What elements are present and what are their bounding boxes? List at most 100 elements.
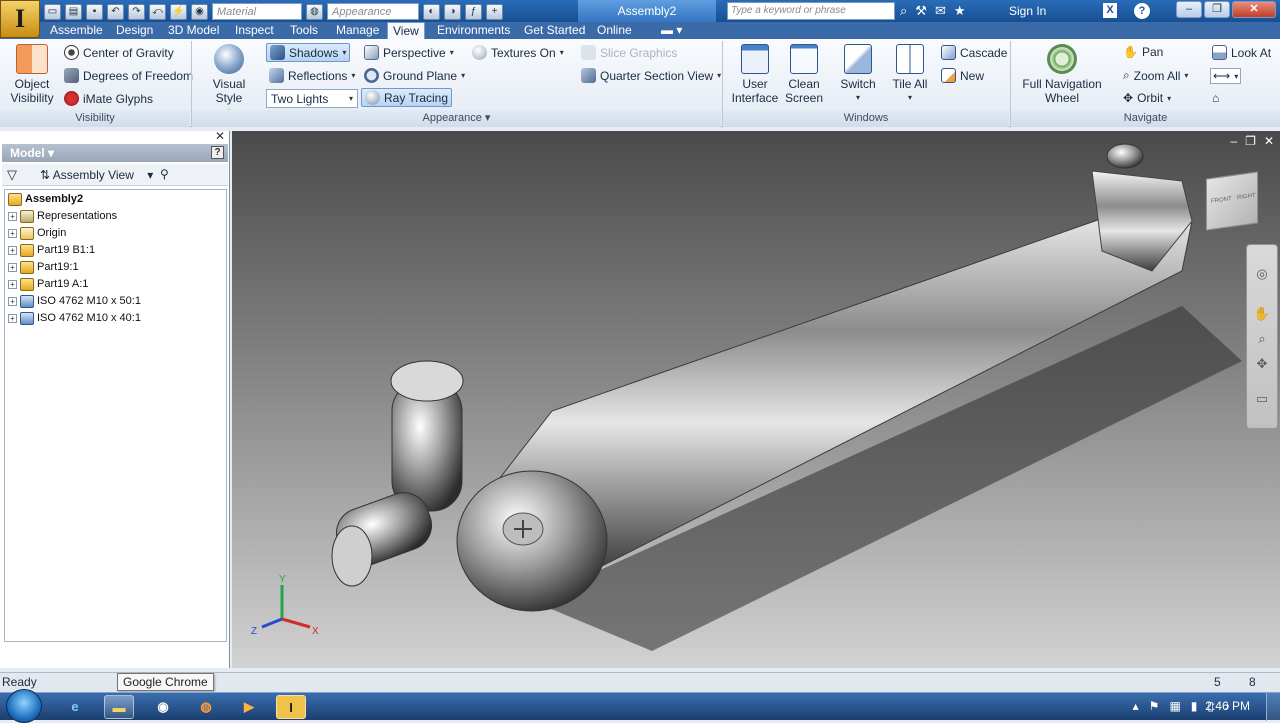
help-icon[interactable]: ? [1134, 3, 1150, 19]
tab-inspect[interactable]: Inspect [230, 22, 279, 39]
view-cube[interactable]: FRONT RIGHT [1206, 171, 1258, 231]
explorer-icon[interactable]: ▬ [104, 695, 134, 719]
appearance-panel-title[interactable]: Appearance ▾ [192, 110, 721, 127]
object-visibility-button[interactable]: Object Visibility [6, 44, 58, 105]
appearance-icon[interactable]: ◍ [306, 3, 323, 20]
chevron-down-icon[interactable]: ▾ [342, 48, 346, 57]
expand-icon[interactable]: + [8, 313, 17, 323]
tree-root[interactable]: Assembly2 [8, 191, 83, 207]
network-icon[interactable]: ▦ [1169, 699, 1180, 713]
expand-icon[interactable]: + [8, 228, 17, 238]
visibility-panel-title[interactable]: Visibility [0, 110, 190, 127]
tree-item-part19-b1[interactable]: + Part19 B1:1 [8, 242, 95, 258]
clean-screen-button[interactable]: Clean Screen [782, 44, 826, 105]
home-view-button[interactable]: ⌂ [1212, 91, 1219, 105]
flag-icon[interactable]: ⚑ [1149, 699, 1160, 713]
look-at-button[interactable]: Look At [1212, 45, 1271, 60]
restore-icon[interactable]: ❐ [1245, 134, 1256, 148]
slice-graphics-button[interactable]: Slice Graphics [581, 45, 677, 60]
center-of-gravity-button[interactable]: Center of Gravity [64, 45, 174, 60]
browser-header[interactable]: Model ▾ ? [2, 144, 228, 162]
redo-icon[interactable]: ↷ [128, 3, 145, 20]
tile-all-button[interactable]: Tile All ▾ [888, 44, 932, 105]
zoom-all-button[interactable]: ⌕ Zoom All ▾ [1123, 68, 1188, 83]
application-menu-button[interactable]: I [0, 0, 40, 38]
tree-item-bolt-50[interactable]: + ISO 4762 M10 x 50:1 [8, 293, 141, 309]
adjust-icon[interactable]: ◐ [423, 3, 440, 20]
tab-assemble[interactable]: Assemble [45, 22, 108, 39]
close-icon[interactable]: ✕ [215, 129, 225, 143]
tab-view[interactable]: View [387, 22, 425, 39]
assembly-view-select[interactable]: ⇅ Assembly View ▾ [40, 168, 153, 182]
select-icon[interactable]: ◉ [191, 3, 208, 20]
tray-arrow-icon[interactable]: ▴ [1133, 699, 1139, 713]
new-window-button[interactable]: New [941, 68, 984, 83]
star-icon[interactable]: ★ [954, 3, 966, 19]
tree-item-part19-a[interactable]: + Part19 A:1 [8, 276, 88, 292]
zoom-icon[interactable]: ⌕ [1253, 330, 1271, 348]
help-icon[interactable]: ? [211, 146, 224, 159]
tab-online[interactable]: Online [592, 22, 637, 39]
close-icon[interactable]: ✕ [1232, 1, 1276, 18]
open-file-icon[interactable]: ▤ [65, 3, 82, 20]
steering-wheel-icon[interactable]: ◎ [1253, 265, 1271, 283]
expand-icon[interactable]: + [8, 296, 17, 306]
communication-icon[interactable]: ✉ [935, 3, 946, 19]
firefox-icon[interactable]: ◍ [191, 695, 221, 719]
appearance-select[interactable]: Appearance [327, 3, 419, 20]
textures-on-button[interactable]: Textures On ▾ [472, 45, 564, 60]
shadows-button[interactable]: Shadows ▾ [266, 43, 351, 62]
exchange-icon[interactable]: X [1103, 3, 1117, 18]
clock[interactable]: 2:46 PM [1205, 699, 1250, 713]
wrench-icon[interactable]: ⚒ [915, 3, 927, 19]
new-file-icon[interactable]: ▭ [44, 3, 61, 20]
tab-3d-model[interactable]: 3D Model [163, 22, 224, 39]
previous-view-button[interactable]: ⟷ ▾ [1210, 68, 1242, 84]
degrees-of-freedom-button[interactable]: Degrees of Freedom [64, 68, 193, 83]
reflections-button[interactable]: Reflections ▾ [269, 68, 355, 83]
expand-icon[interactable]: + [8, 211, 17, 221]
restore-icon[interactable]: ❐ [1204, 1, 1230, 18]
filter-icon[interactable]: ▽ [7, 167, 17, 183]
sign-in-link[interactable]: Sign In [1009, 4, 1046, 18]
signal-icon[interactable]: ▮ [1191, 699, 1198, 713]
tab-get-started[interactable]: Get Started [519, 22, 590, 39]
switch-button[interactable]: Switch ▾ [836, 44, 880, 105]
lighting-style-select[interactable]: Two Lights ▾ [266, 89, 358, 108]
minimize-icon[interactable]: – [1230, 134, 1237, 148]
parameters-icon[interactable]: ƒ [465, 3, 482, 20]
save-icon[interactable]: ▪ [86, 3, 103, 20]
ie-icon[interactable]: e [60, 695, 90, 719]
tab-tools[interactable]: Tools [285, 22, 323, 39]
expand-icon[interactable]: + [8, 279, 17, 289]
tree-item-part19[interactable]: + Part19:1 [8, 259, 79, 275]
tab-environments[interactable]: Environments [432, 22, 515, 39]
inventor-taskbar-icon[interactable]: I [276, 695, 306, 719]
tree-item-representations[interactable]: + Representations [8, 208, 117, 224]
orbit-button[interactable]: ✥ Orbit ▾ [1123, 91, 1171, 105]
pan-icon[interactable]: ✋ [1253, 305, 1271, 323]
cascade-button[interactable]: Cascade [941, 45, 1007, 60]
material-select[interactable]: Material [212, 3, 302, 20]
media-player-icon[interactable]: ▶ [234, 695, 264, 719]
ground-plane-button[interactable]: Ground Plane ▾ [364, 68, 465, 83]
start-button[interactable] [6, 689, 42, 723]
undo-icon[interactable]: ↶ [107, 3, 124, 20]
perspective-button[interactable]: Perspective ▾ [364, 45, 454, 60]
imate-glyphs-button[interactable]: iMate Glyphs [64, 91, 153, 106]
update-icon[interactable]: ⚡ [170, 3, 187, 20]
visual-style-button[interactable]: Visual Style ▾ [198, 44, 260, 119]
binoculars-icon[interactable]: ⌕ [900, 3, 907, 19]
expand-icon[interactable]: + [8, 262, 17, 272]
search-input[interactable]: Type a keyword or phrase [727, 2, 895, 20]
wrench-model[interactable] [232, 131, 1280, 668]
orbit-icon[interactable]: ✥ [1253, 355, 1271, 373]
close-icon[interactable]: ✕ [1264, 134, 1274, 148]
graphics-viewport[interactable]: – ❐ ✕ FRONT RIGHT ◎ ✋ ⌕ ✥ ▭ Y X Z [232, 131, 1280, 668]
ray-tracing-button[interactable]: Ray Tracing [361, 88, 453, 107]
navigate-panel-title[interactable]: Navigate [1011, 110, 1280, 127]
look-at-icon[interactable]: ▭ [1253, 390, 1271, 408]
pan-button[interactable]: ✋ Pan [1123, 45, 1163, 59]
tab-manage[interactable]: Manage [331, 22, 384, 39]
tree-item-origin[interactable]: + Origin [8, 225, 66, 241]
